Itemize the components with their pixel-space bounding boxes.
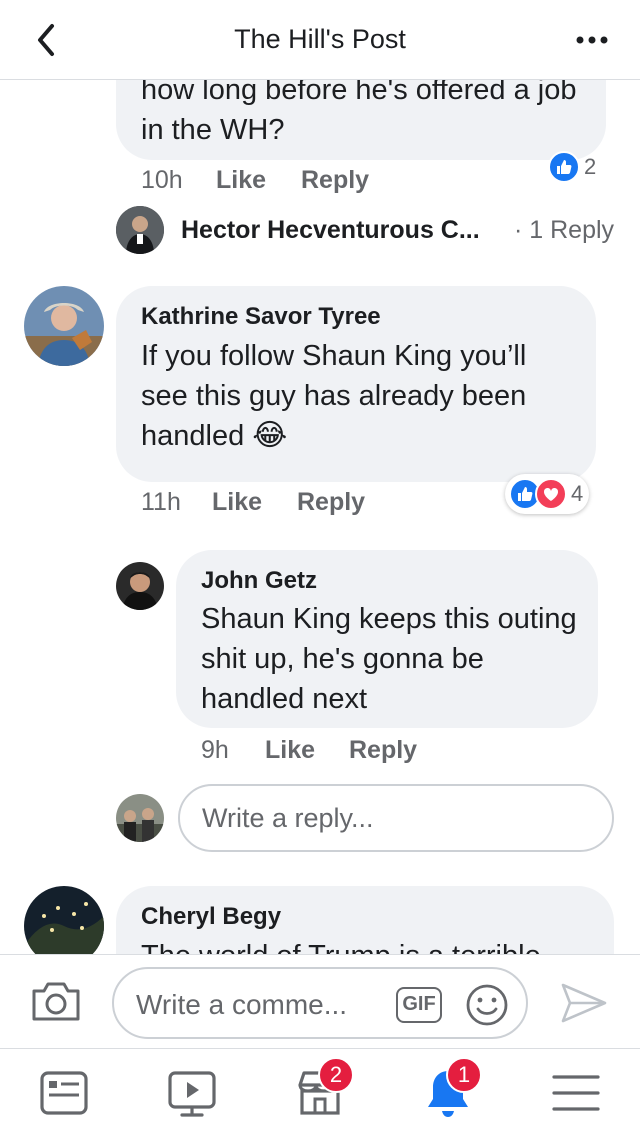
reply-time: 9h	[201, 736, 229, 764]
avatar[interactable]	[116, 562, 164, 610]
tab-marketplace[interactable]: 2	[290, 1057, 354, 1123]
avatar[interactable]	[24, 886, 104, 954]
comment-input[interactable]	[136, 987, 386, 1023]
reaction-summary[interactable]: 4	[505, 474, 590, 514]
comment-composer: GIF	[0, 954, 640, 1048]
emoji-button[interactable]	[464, 982, 510, 1028]
reaction-summary[interactable]: 2	[548, 148, 602, 186]
avatar[interactable]	[116, 206, 164, 254]
reaction-count: 2	[584, 154, 597, 179]
watch-icon	[168, 1071, 216, 1117]
news-feed-icon	[40, 1071, 88, 1115]
comment-text: If you follow Shaun King you’ll see this…	[141, 340, 527, 453]
tab-watch[interactable]	[162, 1063, 222, 1123]
emoji-icon	[466, 984, 508, 1026]
reply-link[interactable]: Reply	[349, 736, 417, 765]
laughing-emoji: 😂	[252, 418, 288, 453]
reply-count-link[interactable]: · 1 Reply	[514, 216, 614, 245]
comment-author[interactable]: Cheryl Begy	[141, 903, 281, 931]
reply-text: Shaun King keeps this outing shit up, he…	[201, 603, 577, 715]
page-title: The Hill's Post	[234, 24, 406, 54]
love-reaction-icon	[535, 478, 567, 510]
camera-icon	[32, 982, 80, 1021]
like-link[interactable]: Like	[216, 166, 266, 195]
comment-input-box[interactable]: GIF	[112, 967, 528, 1039]
reaction-count: 4	[571, 481, 584, 506]
tab-news-feed[interactable]	[34, 1063, 94, 1123]
send-icon	[561, 983, 607, 1023]
comments-feed[interactable]: how long before he's offered a job in th…	[0, 80, 640, 954]
comment-time: 11h	[141, 488, 181, 516]
more-dots-icon	[576, 36, 608, 44]
tab-menu[interactable]	[546, 1063, 606, 1123]
comment-text: The world of Trump is a terrible	[141, 936, 601, 954]
reply-input[interactable]	[202, 800, 592, 836]
comment-time: 10h	[141, 166, 183, 194]
tab-notifications[interactable]: 1	[418, 1057, 482, 1123]
avatar[interactable]	[24, 286, 104, 366]
reply-link[interactable]: Reply	[301, 166, 369, 195]
reply-input-box[interactable]	[178, 784, 614, 852]
like-reaction-icon	[548, 151, 580, 183]
marketplace-badge: 2	[318, 1057, 354, 1093]
comment-text: how long before he's offered a job in th…	[141, 80, 577, 146]
current-user-avatar	[116, 794, 164, 842]
bottom-tab-bar: 2 1	[0, 1048, 640, 1136]
like-link[interactable]: Like	[212, 488, 262, 517]
gif-button[interactable]: GIF	[396, 987, 442, 1023]
more-options-button[interactable]	[572, 26, 612, 54]
like-link[interactable]: Like	[265, 736, 315, 765]
reply-link[interactable]: Reply	[297, 488, 365, 517]
menu-icon	[552, 1075, 600, 1111]
reply-author[interactable]: John Getz	[201, 567, 317, 595]
camera-button[interactable]	[30, 979, 82, 1023]
comment-author[interactable]: Kathrine Savor Tyree	[141, 303, 381, 331]
top-nav-bar: The Hill's Post	[0, 0, 640, 80]
reply-preview-author[interactable]: Hector Hecventurous C...	[181, 216, 480, 245]
send-button[interactable]	[560, 981, 608, 1025]
notifications-badge: 1	[446, 1057, 482, 1093]
